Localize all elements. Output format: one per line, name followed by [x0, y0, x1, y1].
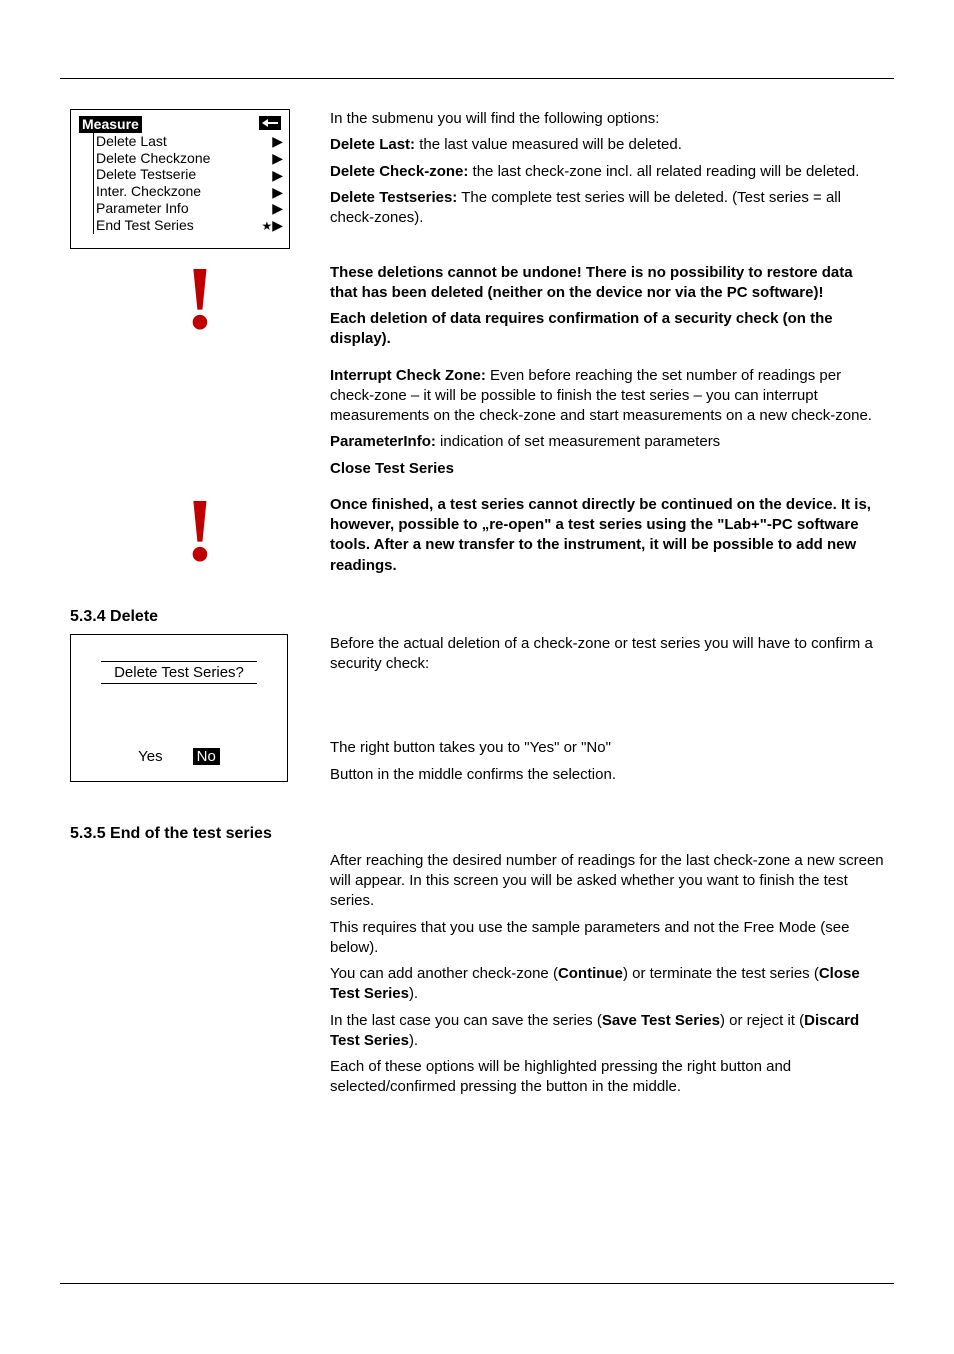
end-p2: This requires that you use the sample pa… [330, 918, 884, 959]
warning-text-1: These deletions cannot be undone! There … [330, 263, 884, 356]
warning-icon: ! [70, 263, 330, 335]
end-p1: After reaching the desired number of rea… [330, 851, 884, 912]
device-screen-confirm: Delete Test Series? Yes No [70, 634, 288, 782]
heading-end: 5.3.5 End of the test series [70, 825, 884, 843]
content-area: Measure Delete Last▶ Delete Checkzone▶ D… [70, 109, 884, 1104]
row-options-2: Interrupt Check Zone: Even before reachi… [70, 366, 884, 485]
screen-menu-list: Delete Last▶ Delete Checkzone▶ Delete Te… [93, 133, 283, 234]
back-arrow-icon [259, 116, 281, 130]
chevron-right-icon: ▶ [272, 134, 283, 148]
warn1-b: Each deletion of data requires confirmat… [330, 309, 884, 350]
delete-desc2: Button in the middle confirms the select… [330, 765, 884, 785]
right-col: In the submenu you will find the followi… [330, 109, 884, 234]
header-rule [60, 78, 894, 79]
delete-para: Before the actual deletion of a check-zo… [330, 634, 884, 675]
right-col: After reaching the desired number of rea… [330, 851, 884, 1104]
screen-item: Delete Testserie▶ [96, 166, 283, 183]
screen-item: Parameter Info▶ [96, 200, 283, 217]
row-end: After reaching the desired number of rea… [70, 851, 884, 1104]
heading-delete: 5.3.4 Delete [70, 608, 884, 626]
intro-line: In the submenu you will find the followi… [330, 109, 884, 129]
delete-desc1: The right button takes you to "Yes" or "… [330, 738, 884, 758]
chevron-right-icon: ▶ [272, 151, 283, 165]
opt-delete-checkzone: Delete Check-zone: the last check-zone i… [330, 162, 884, 182]
opt-interrupt: Interrupt Check Zone: Even before reachi… [330, 366, 884, 427]
dialog-options: Yes No [138, 748, 220, 765]
dialog-yes: Yes [138, 748, 162, 765]
warn1-a: These deletions cannot be undone! There … [330, 263, 884, 304]
dialog-no: No [193, 748, 220, 765]
row-warning-1: ! These deletions cannot be undone! Ther… [70, 263, 884, 356]
chevron-right-icon: ▶ [272, 168, 283, 182]
left-col: Measure Delete Last▶ Delete Checkzone▶ D… [70, 109, 330, 249]
chevron-right-icon: ▶ [272, 185, 283, 199]
warning-icon: ! [70, 495, 330, 567]
left-col: Delete Test Series? Yes No [70, 634, 330, 782]
device-screen-measure: Measure Delete Last▶ Delete Checkzone▶ D… [70, 109, 290, 249]
right-col: Before the actual deletion of a check-zo… [330, 634, 884, 791]
screen-item: Delete Checkzone▶ [96, 150, 283, 167]
warning-text-2: Once finished, a test series cannot dire… [330, 495, 884, 582]
right-col: Interrupt Check Zone: Even before reachi… [330, 366, 884, 485]
screen-item: End Test Series★▶ [96, 217, 283, 234]
opt-delete-testseries: Delete Testseries: The complete test ser… [330, 188, 884, 229]
chevron-right-icon: ▶ [272, 201, 283, 215]
end-p4: In the last case you can save the series… [330, 1011, 884, 1052]
row-screen-options: Measure Delete Last▶ Delete Checkzone▶ D… [70, 109, 884, 249]
row-delete: Delete Test Series? Yes No Before the ac… [70, 634, 884, 791]
chevron-right-icon: ★▶ [261, 218, 283, 232]
opt-delete-last: Delete Last: the last value measured wil… [330, 135, 884, 155]
end-p5: Each of these options will be highlighte… [330, 1057, 884, 1098]
row-warning-2: ! Once finished, a test series cannot di… [70, 495, 884, 582]
footer-rule [60, 1283, 894, 1284]
screen-item: Inter. Checkzone▶ [96, 183, 283, 200]
opt-paraminfo: ParameterInfo: indication of set measure… [330, 432, 884, 452]
page: Measure Delete Last▶ Delete Checkzone▶ D… [0, 0, 954, 1354]
dialog-question: Delete Test Series? [101, 661, 257, 684]
screen-item: Delete Last▶ [96, 133, 283, 150]
screen-title: Measure [79, 116, 142, 133]
warn2: Once finished, a test series cannot dire… [330, 495, 884, 576]
opt-close: Close Test Series [330, 459, 884, 479]
end-p3: You can add another check-zone (Continue… [330, 964, 884, 1005]
